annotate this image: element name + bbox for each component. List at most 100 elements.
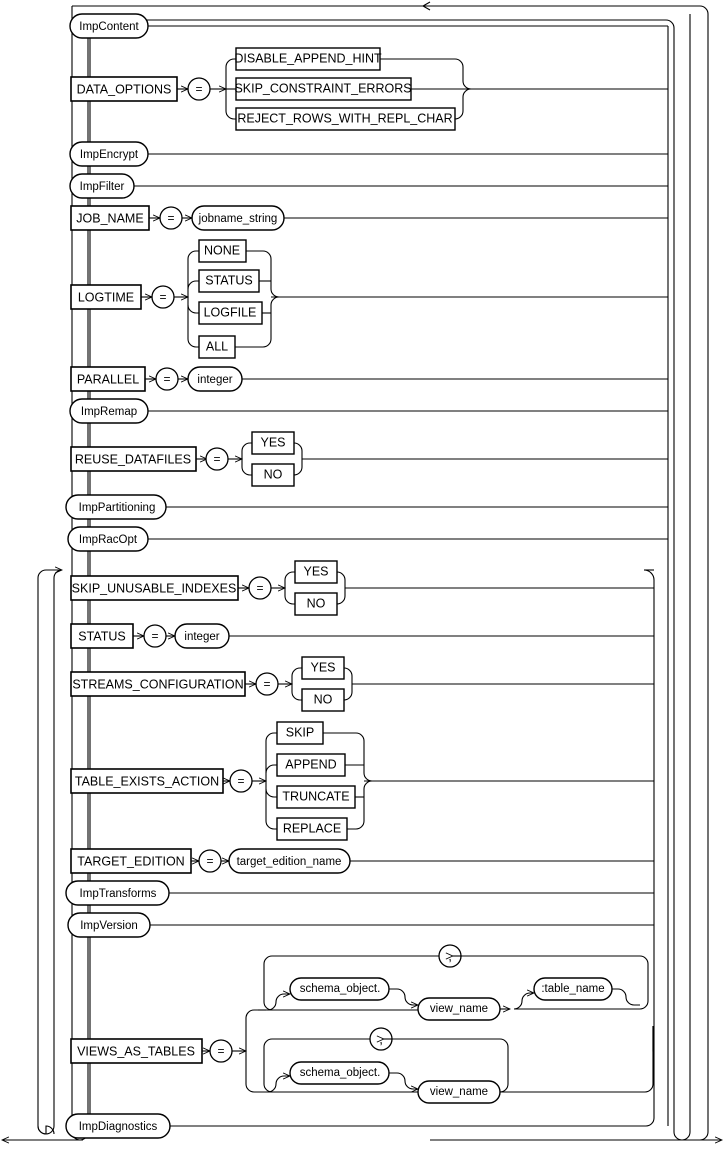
reuse-datafiles-value-0-label: YES: [260, 435, 285, 449]
imp-version-label: ImpVersion: [80, 920, 138, 932]
data-options-value-1-label: SKIP_CONSTRAINT_ERRORS: [234, 81, 411, 95]
parallel-label: PARALLEL: [77, 372, 139, 386]
logtime-fan-0: [187, 250, 199, 297]
vat-l-schema-out: [389, 1072, 418, 1089]
reuse-merge-yes: [293, 442, 303, 459]
outer-rails: [2, 1, 722, 1141]
table-exists-action-label: TABLE_EXISTS_ACTION: [75, 774, 219, 788]
table-exists-action-value-1-label: APPEND: [285, 757, 336, 771]
skip-fan-no: [284, 588, 295, 605]
target-edition-equals-label: =: [206, 854, 213, 868]
row-status[interactable]: STATUS = integer: [70, 623, 654, 649]
streams-value-0-label: YES: [310, 660, 335, 674]
row-logtime[interactable]: LOGTIME = NONE STATUS LOGFILE ALL: [70, 239, 668, 359]
data-options-equals-label: =: [195, 82, 202, 96]
imp-diagnostics-label: ImpDiagnostics: [79, 1121, 158, 1133]
logtime-fan-3: [187, 297, 199, 348]
vat-branch-with-table-name: schema_object. view_name :table_name ,: [258, 944, 649, 1021]
status-equals-label: =: [151, 629, 158, 643]
vat-l-view-name-label: view_name: [430, 1086, 488, 1098]
tea-fan-0: [265, 732, 277, 781]
imp-transforms-label: ImpTransforms: [80, 888, 157, 900]
skip-unusable-indexes-label: SKIP_UNUSABLE_INDEXES: [72, 581, 237, 595]
job-name-label: JOB_NAME: [76, 211, 143, 225]
imp-filter-label: ImpFilter: [80, 181, 125, 193]
skip-fan-yes: [284, 571, 295, 588]
imp-rac-opt-label: ImpRacOpt: [79, 534, 138, 546]
streams-value-1-label: NO: [314, 692, 333, 706]
row-skip-unusable-indexes[interactable]: SKIP_UNUSABLE_INDEXES = YES NO: [70, 560, 654, 616]
reuse-merge-no: [293, 459, 303, 476]
row-table-exists-action[interactable]: TABLE_EXISTS_ACTION = SKIP APPEND TRUNCA…: [70, 721, 654, 841]
skip-merge-no: [336, 588, 346, 605]
vat-u-table-name-label: :table_name: [541, 983, 604, 995]
vat-u-schema-in: [258, 994, 290, 1011]
tea-fan-3: [265, 781, 277, 830]
target-edition-label: TARGET_EDITION: [77, 854, 184, 868]
vat-lower-merge-up: [500, 1026, 654, 1093]
inner-left-spine: [37, 578, 55, 1135]
imp-encrypt-label: ImpEncrypt: [80, 149, 139, 161]
row-data-options[interactable]: DATA_OPTIONS = DISABLE_APPEND_HINT SKIP_…: [70, 47, 668, 131]
row-imp-remap[interactable]: ImpRemap: [69, 398, 668, 424]
table-exists-action-value-3-label: REPLACE: [283, 821, 341, 835]
imp-remap-label: ImpRemap: [81, 406, 137, 418]
row-imp-transforms[interactable]: ImpTransforms: [65, 880, 654, 906]
vat-l-schema-in: [258, 1076, 290, 1093]
row-views-as-tables[interactable]: VIEWS_AS_TABLES = schema_object. view_na…: [70, 944, 656, 1104]
vat-u-comma-label: ,: [448, 948, 452, 963]
imp-partitioning-label: ImpPartitioning: [79, 502, 156, 514]
row-imp-version[interactable]: ImpVersion: [67, 912, 654, 938]
vat-u-tablename-out: [612, 988, 640, 1006]
status-label: STATUS: [78, 629, 125, 643]
streams-merge-no: [343, 684, 353, 701]
streams-fan-no: [291, 684, 302, 701]
choice-merge-bot: [454, 88, 472, 120]
jobname-string-label: jobname_string: [198, 213, 278, 225]
skip-unusable-value-1-label: NO: [307, 596, 326, 610]
logtime-value-0-label: NONE: [204, 243, 240, 257]
logtime-value-1-label: STATUS: [205, 273, 252, 287]
reuse-datafiles-value-1-label: NO: [264, 467, 283, 481]
row-reuse-datafiles[interactable]: REUSE_DATAFILES = YES NO: [70, 431, 668, 487]
vat-fan-lower: [245, 1051, 258, 1093]
skip-unusable-equals-label: =: [256, 581, 263, 595]
inner-left-top-curve: [53, 569, 63, 579]
table-exists-action-value-0-label: SKIP: [286, 725, 315, 739]
table-exists-action-equals-label: =: [237, 774, 244, 788]
reuse-datafiles-equals-label: =: [213, 452, 220, 466]
views-as-tables-equals-label: =: [217, 1044, 224, 1058]
vat-u-view-name-label: view_name: [430, 1003, 488, 1015]
row-imp-content[interactable]: ImpContent: [69, 13, 668, 39]
tea-fan-2: [265, 788, 277, 798]
row-target-edition[interactable]: TARGET_EDITION = target_edition_name: [70, 848, 654, 874]
railroad-diagram: ImpContent DATA_OPTIONS = DISABLE_APPEND…: [0, 1, 728, 1150]
vat-l-comma-label: ,: [379, 1031, 383, 1046]
row-parallel[interactable]: PARALLEL = integer: [70, 366, 668, 392]
vat-l-schema-object-label: schema_object.: [300, 1067, 381, 1079]
row-imp-rac-opt[interactable]: ImpRacOpt: [67, 526, 668, 552]
job-name-equals-label: =: [167, 211, 174, 225]
logtime-value-3-label: ALL: [206, 339, 228, 353]
tea-fan-1: [265, 764, 277, 774]
logtime-equals-label: =: [159, 290, 166, 304]
outer-top-return-rail: [72, 5, 709, 1141]
reuse-fan-no: [241, 459, 252, 476]
vat-fan-upper: [245, 1009, 258, 1051]
parallel-equals-label: =: [163, 372, 170, 386]
reuse-fan-yes: [241, 442, 252, 459]
streams-fan-yes: [291, 667, 302, 684]
vat-branch-without-table-name: schema_object. view_name ,: [258, 1026, 654, 1104]
logtime-label: LOGTIME: [78, 290, 134, 304]
row-job-name[interactable]: JOB_NAME = jobname_string: [70, 205, 668, 231]
data-options-value-0-label: DISABLE_APPEND_HINT: [234, 51, 382, 65]
streams-merge-yes: [343, 667, 353, 684]
skip-unusable-value-0-label: YES: [303, 564, 328, 578]
reuse-datafiles-label: REUSE_DATAFILES: [75, 452, 191, 466]
row-imp-partitioning[interactable]: ImpPartitioning: [65, 494, 668, 520]
row-imp-diagnostics[interactable]: ImpDiagnostics: [65, 1113, 646, 1139]
row-streams-configuration[interactable]: STREAMS_CONFIGURATION = YES NO: [70, 656, 654, 712]
row-imp-encrypt[interactable]: ImpEncrypt: [69, 141, 668, 167]
table-exists-action-value-2-label: TRUNCATE: [282, 789, 349, 803]
row-imp-filter[interactable]: ImpFilter: [69, 173, 668, 199]
